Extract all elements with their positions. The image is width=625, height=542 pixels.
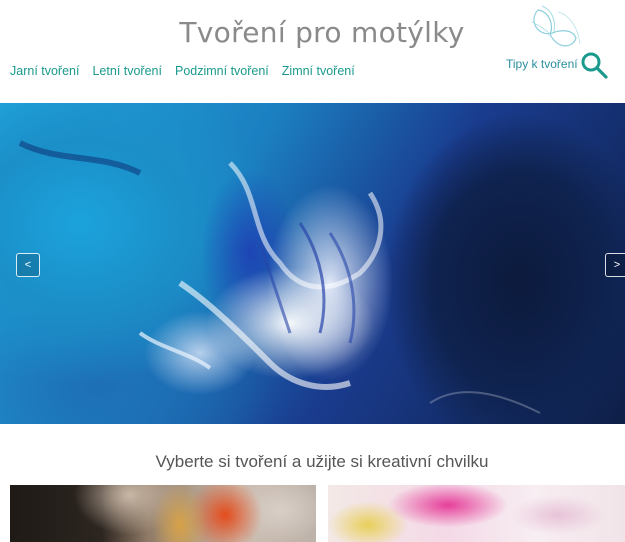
- nav-item-spring[interactable]: Jarní tvoření: [10, 64, 79, 78]
- slider-prev-button[interactable]: <: [16, 253, 40, 277]
- craft-card-image-1[interactable]: [10, 485, 316, 542]
- nav-item-autumn[interactable]: Podzimní tvoření: [175, 64, 269, 78]
- search-icon[interactable]: [580, 51, 608, 79]
- main-nav: Jarní tvoření Letní tvoření Podzimní tvo…: [10, 64, 355, 78]
- hero-image: [18, 140, 541, 414]
- butterfly-logo-icon[interactable]: [528, 4, 584, 56]
- slider-next-button[interactable]: >: [605, 253, 625, 277]
- section-tagline: Vyberte si tvoření a užijte si kreativní…: [155, 452, 489, 471]
- nav-item-summer[interactable]: Letní tvoření: [92, 64, 162, 78]
- tips-link[interactable]: Tipy k tvoření: [506, 57, 578, 71]
- craft-card-image-2[interactable]: [328, 485, 625, 542]
- hero-slider: < >: [0, 103, 625, 424]
- nav-item-winter[interactable]: Zimní tvoření: [282, 64, 355, 78]
